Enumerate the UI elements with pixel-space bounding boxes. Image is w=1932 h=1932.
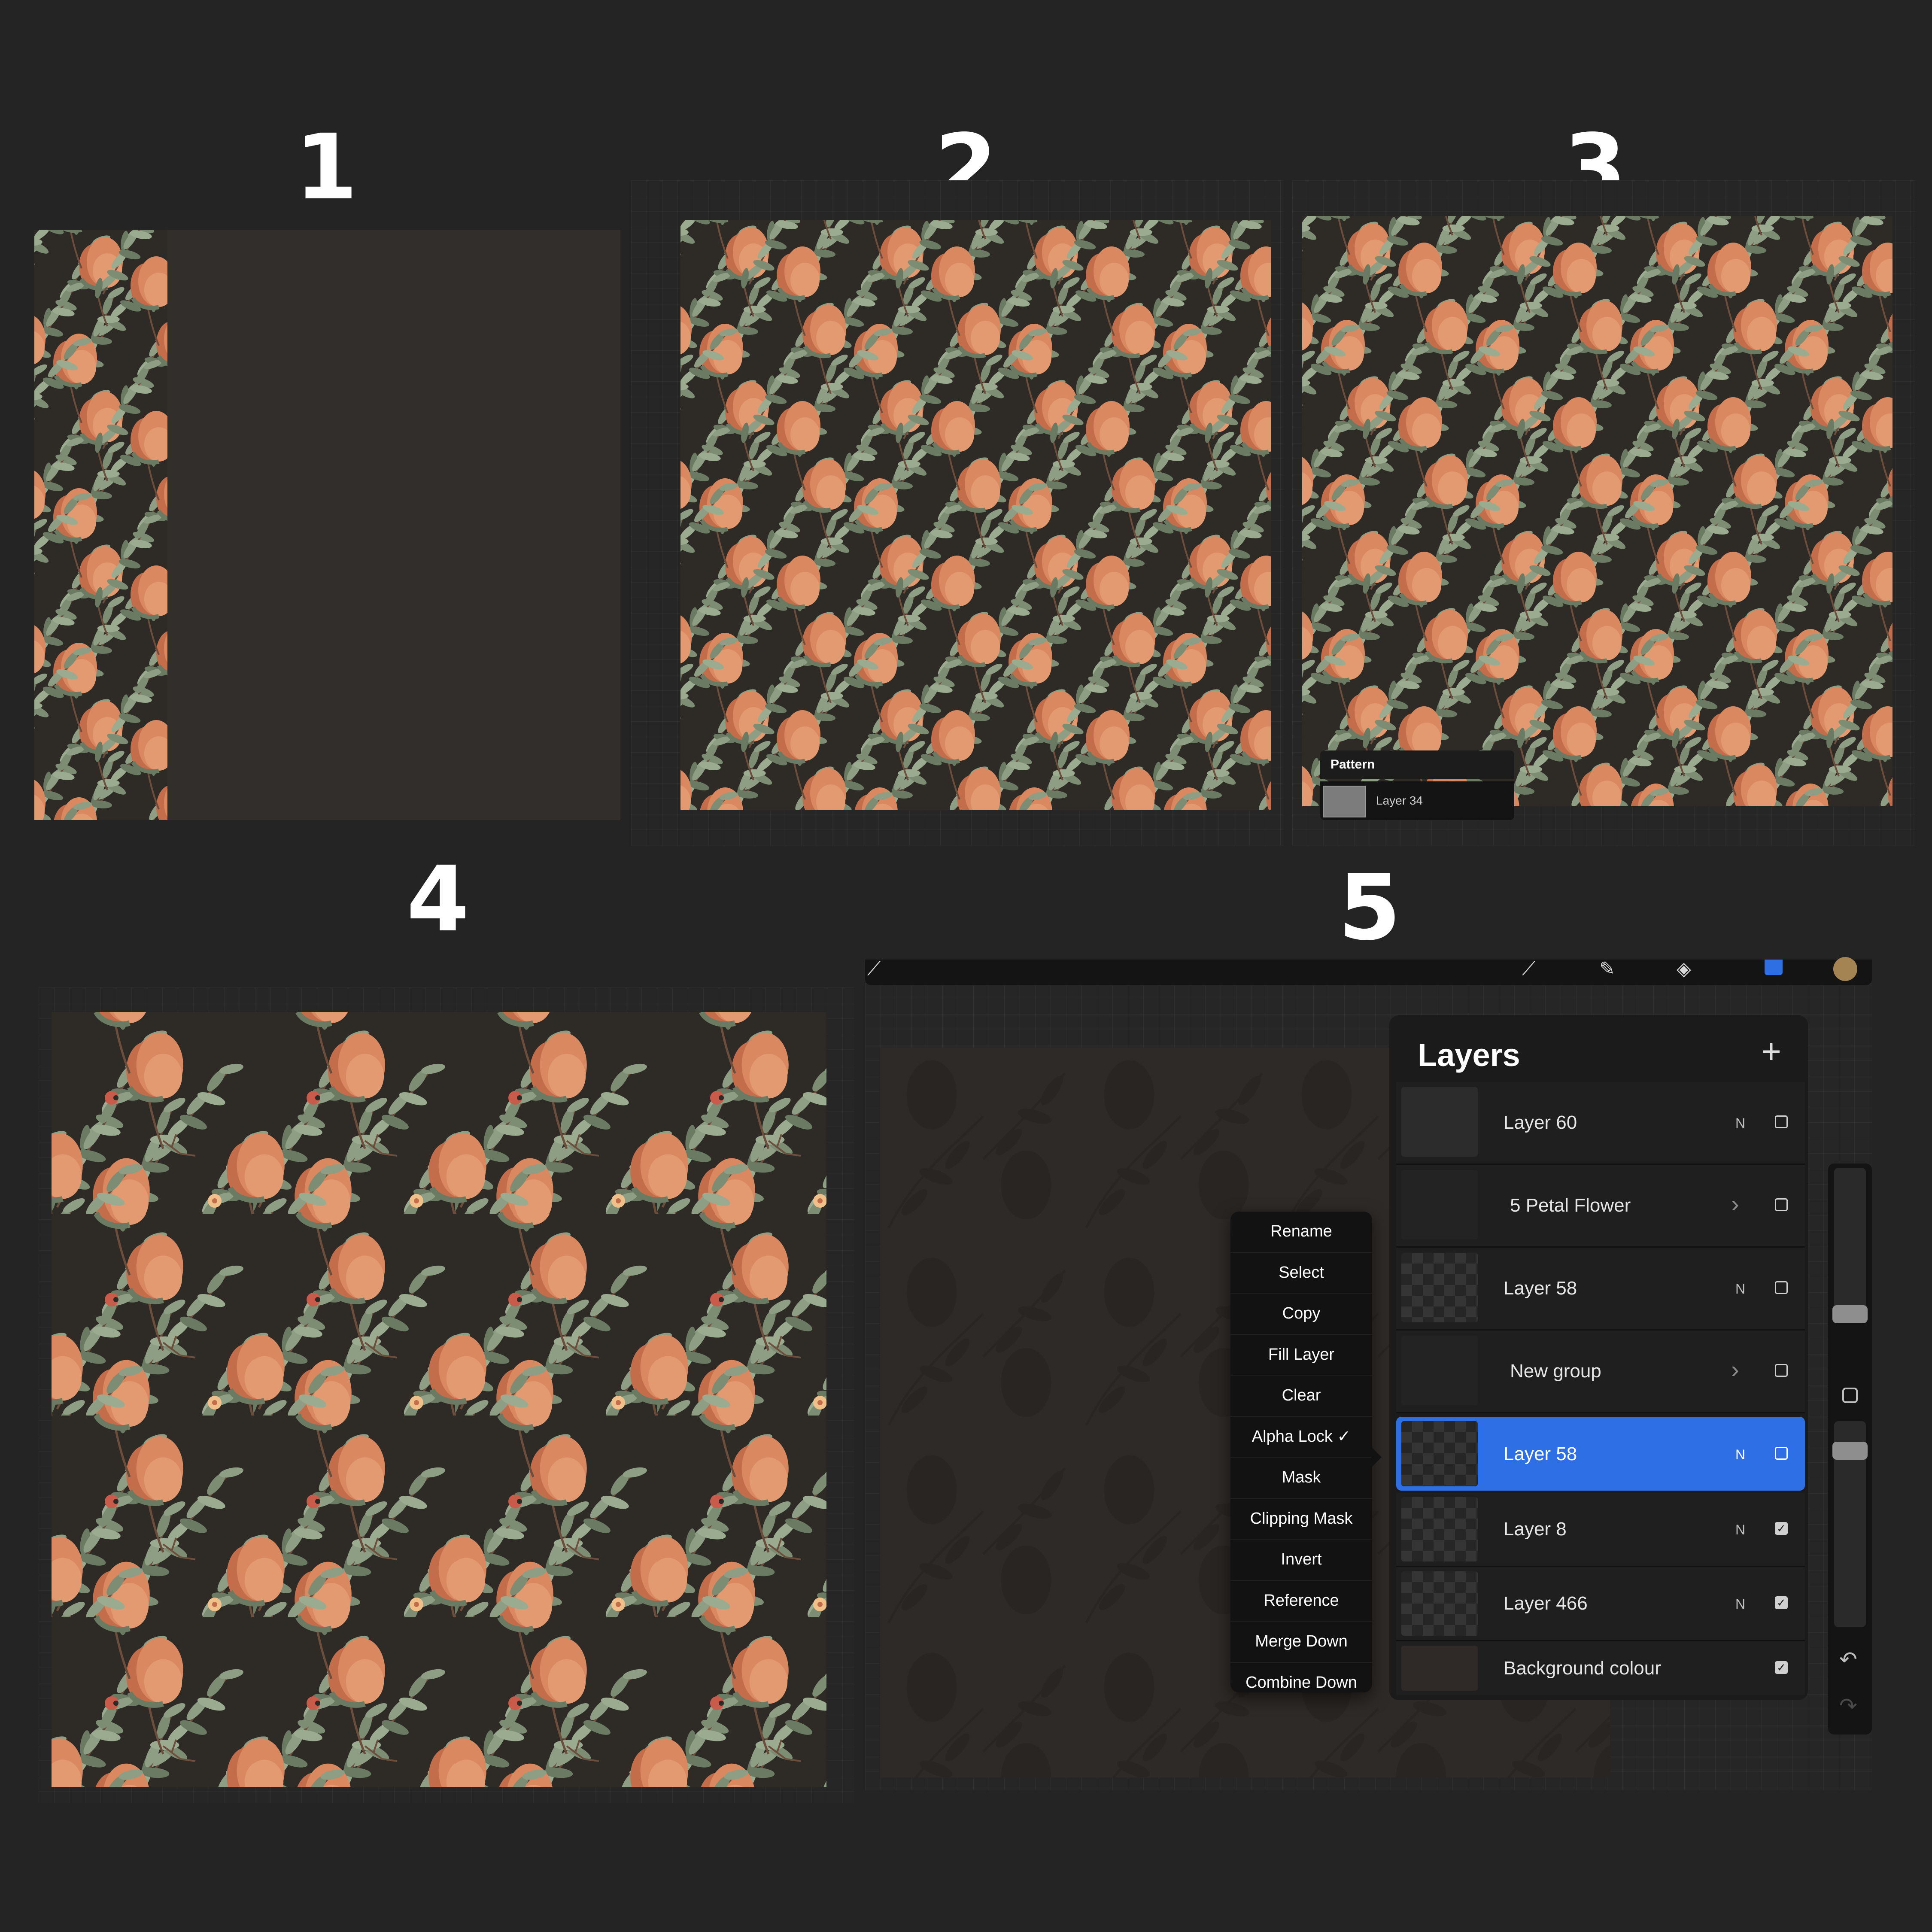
chevron-right-icon[interactable]: › (1731, 1190, 1739, 1218)
blend-mode[interactable]: N (1735, 1522, 1745, 1538)
pattern-tiled (680, 220, 1271, 810)
menu-clear[interactable]: Clear (1230, 1376, 1372, 1417)
layer-name: Background colour (1504, 1658, 1661, 1679)
blend-mode[interactable]: N (1735, 1447, 1745, 1463)
group-thumbnail (1401, 1170, 1478, 1239)
actions-icon[interactable]: ⟋ (867, 960, 881, 978)
menu-copy[interactable]: Copy (1230, 1294, 1372, 1335)
menu-merge-down[interactable]: Merge Down (1230, 1622, 1372, 1663)
redo-icon[interactable]: ↷ (1839, 1695, 1857, 1716)
sidebar: ↶ ↷ (1828, 1163, 1872, 1735)
menu-clipping-mask[interactable]: Clipping Mask (1230, 1499, 1372, 1540)
layer-thumbnail (1401, 1253, 1478, 1322)
layer-name: Layer 58 (1504, 1443, 1577, 1464)
layer-name: Layer 58 (1504, 1278, 1577, 1299)
color-icon[interactable] (1833, 957, 1857, 981)
pattern-final (52, 1012, 826, 1787)
pattern-strip (34, 230, 620, 820)
layer-thumbnail (1323, 786, 1366, 817)
blend-mode[interactable]: N (1735, 1596, 1745, 1612)
top-toolbar: ⟋ ⟋ ✎ ◈ (865, 957, 1872, 985)
tooltip-layer-name: Layer 34 (1376, 794, 1423, 807)
menu-fill-layer[interactable]: Fill Layer (1230, 1335, 1372, 1376)
group-row[interactable]: 5 Petal Flower › (1396, 1165, 1805, 1248)
modify-button[interactable] (1842, 1388, 1858, 1403)
brush-size-slider[interactable] (1832, 1168, 1868, 1323)
menu-combine-down[interactable]: Combine Down (1230, 1663, 1372, 1703)
visibility-checkbox-checked[interactable]: ✓ (1775, 1596, 1788, 1609)
layer-name: Layer 60 (1504, 1112, 1577, 1133)
visibility-checkbox[interactable] (1775, 1115, 1788, 1128)
menu-select[interactable]: Select (1230, 1253, 1372, 1294)
menu-rename[interactable]: Rename (1230, 1212, 1372, 1253)
layer-row[interactable]: Layer 58 N (1396, 1248, 1805, 1331)
group-row[interactable]: New group › (1396, 1331, 1805, 1413)
brush-icon[interactable]: ⟋ (1522, 960, 1535, 978)
popup-arrow (1371, 1447, 1382, 1467)
undo-icon[interactable]: ↶ (1839, 1649, 1857, 1670)
layers-title: Layers (1418, 1037, 1520, 1073)
layer-thumbnail (1401, 1421, 1478, 1486)
layer-thumbnail (1401, 1497, 1478, 1561)
visibility-checkbox[interactable] (1775, 1198, 1788, 1211)
menu-alpha-lock[interactable]: Alpha Lock ✓ (1230, 1417, 1372, 1458)
panel-2-canvas (680, 220, 1271, 810)
layer-row[interactable]: Layer 60 N (1396, 1082, 1805, 1165)
layer-name: Layer 466 (1504, 1593, 1588, 1614)
chevron-right-icon[interactable]: › (1731, 1355, 1739, 1383)
layer-thumbnail (1401, 1087, 1478, 1157)
layer-name: Layer 8 (1504, 1519, 1567, 1540)
menu-reference[interactable]: Reference (1230, 1581, 1372, 1622)
layer-row[interactable]: Layer 466 N ✓ (1396, 1567, 1805, 1641)
visibility-checkbox[interactable] (1775, 1281, 1788, 1294)
blend-mode[interactable]: N (1735, 1281, 1745, 1297)
menu-invert[interactable]: Invert (1230, 1540, 1372, 1581)
panel-4-canvas (52, 1012, 826, 1787)
layer-row-selected[interactable]: Layer 58 N (1396, 1417, 1805, 1491)
group-thumbnail (1401, 1336, 1478, 1405)
eraser-icon[interactable]: ◈ (1677, 960, 1691, 978)
group-name: New group (1510, 1361, 1601, 1382)
layer-thumbnail (1401, 1571, 1478, 1636)
layer-tooltip: Pattern Layer 34 (1320, 750, 1514, 820)
tooltip-group-label: Pattern (1320, 750, 1514, 779)
blend-mode[interactable]: N (1735, 1115, 1745, 1131)
layers-icon[interactable] (1765, 960, 1783, 975)
pattern-with-twigs (1302, 216, 1893, 806)
panel-3-canvas (1302, 216, 1893, 806)
layer-options-menu: Rename Select Copy Fill Layer Clear Alph… (1230, 1212, 1382, 1692)
visibility-checkbox-checked[interactable]: ✓ (1775, 1522, 1788, 1535)
brush-size-handle[interactable] (1832, 1305, 1868, 1323)
background-swatch[interactable] (1401, 1646, 1478, 1691)
layer-row[interactable]: Layer 8 N ✓ (1396, 1493, 1805, 1567)
background-colour-row[interactable]: Background colour ✓ (1396, 1641, 1805, 1695)
visibility-checkbox-checked[interactable]: ✓ (1775, 1661, 1788, 1674)
page: { "steps": { "one": "1", "two": "2", "th… (0, 0, 1932, 1932)
visibility-checkbox[interactable] (1775, 1364, 1788, 1377)
group-name: 5 Petal Flower (1510, 1195, 1631, 1216)
step-number-5: 5 (1338, 855, 1401, 960)
smudge-icon[interactable]: ✎ (1599, 960, 1615, 978)
step-number-4: 4 (406, 847, 470, 952)
tooltip-layer-row[interactable]: Layer 34 (1320, 781, 1514, 820)
visibility-checkbox[interactable] (1775, 1447, 1788, 1460)
plus-icon[interactable]: + (1761, 1034, 1781, 1069)
menu-mask[interactable]: Mask (1230, 1458, 1372, 1499)
opacity-slider[interactable] (1832, 1421, 1868, 1627)
layers-panel: Layers + Layer 60 N 5 Petal Flower › Lay… (1389, 1015, 1808, 1700)
panel-1-canvas (34, 230, 620, 820)
opacity-handle[interactable] (1832, 1442, 1868, 1460)
step-number-1: 1 (295, 115, 358, 220)
